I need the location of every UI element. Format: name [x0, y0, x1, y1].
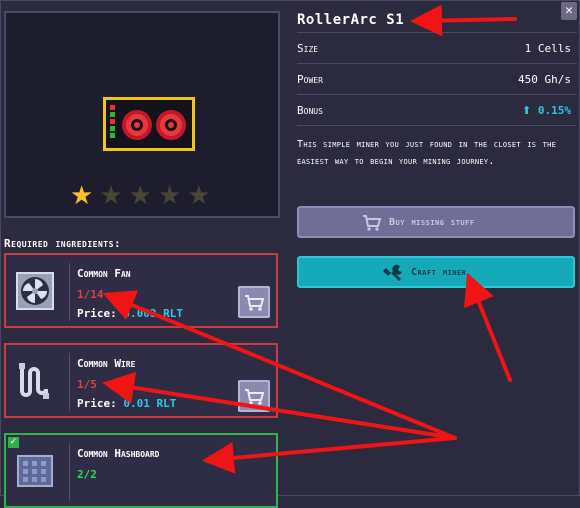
arrow-to-craft [464, 272, 512, 382]
arrow-to-fan-count [102, 290, 457, 440]
arrow-to-title [410, 4, 517, 37]
annotation-arrows [102, 4, 517, 474]
arrow-to-wire-count [102, 371, 457, 440]
arrow-to-hashboard [202, 436, 457, 474]
